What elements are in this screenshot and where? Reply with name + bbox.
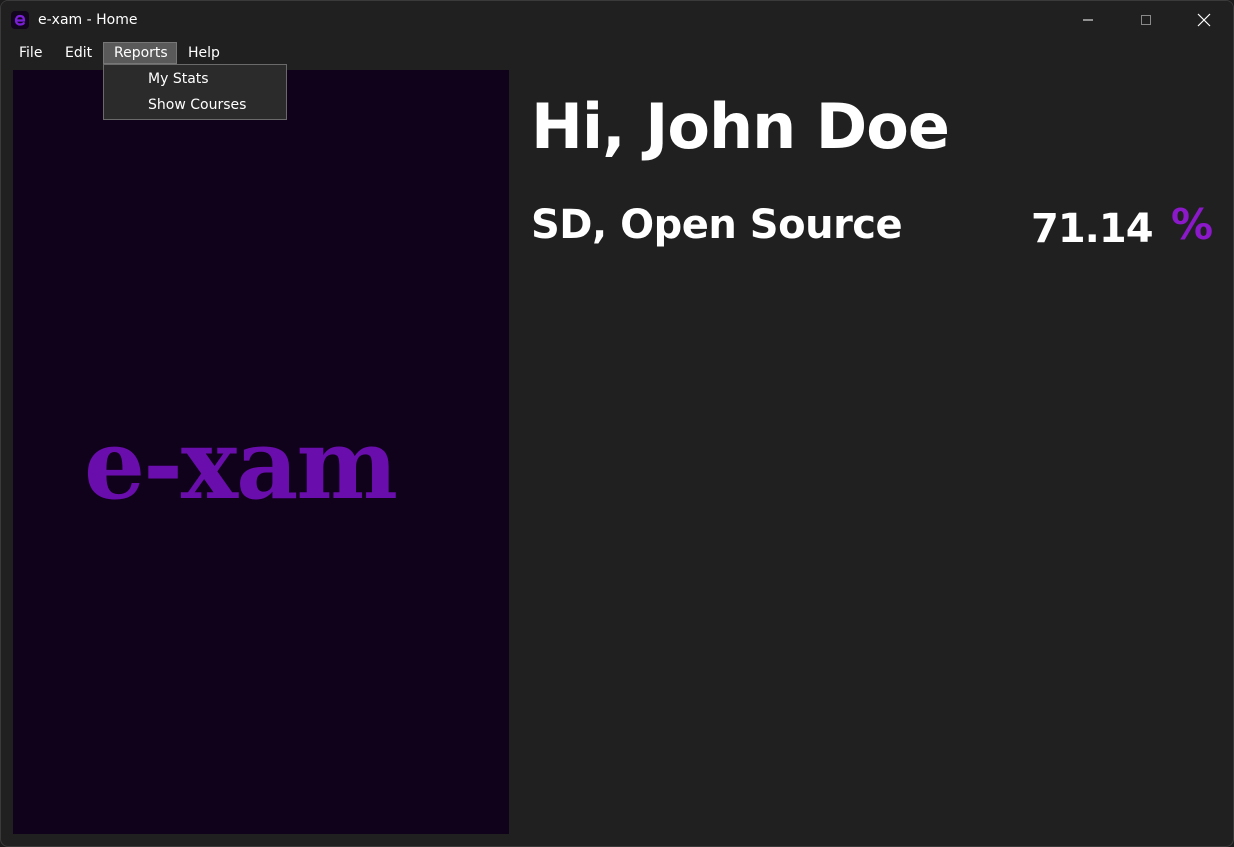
menu-bar: File Edit Reports Help: [1, 41, 1233, 65]
course-name: SD, Open Source: [531, 202, 903, 248]
greeting-heading: Hi, John Doe: [531, 90, 950, 163]
menu-reports[interactable]: Reports: [103, 42, 177, 64]
app-logo-icon: [11, 11, 29, 29]
minimize-icon: [1083, 19, 1093, 21]
maximize-button[interactable]: [1117, 1, 1175, 39]
menu-item-my-stats[interactable]: My Stats: [148, 70, 209, 88]
menu-edit[interactable]: Edit: [56, 42, 101, 64]
reports-dropdown: My Stats Show Courses: [103, 64, 287, 120]
course-score: 71.14: [1031, 206, 1154, 252]
menu-file[interactable]: File: [10, 42, 51, 64]
brand-logo: e-xam: [84, 408, 398, 521]
close-button[interactable]: [1175, 1, 1233, 39]
close-icon: [1197, 13, 1211, 27]
app-window: e-xam - Home File Edit Reports Help e-xa…: [0, 0, 1234, 847]
window-title: e-xam - Home: [38, 12, 138, 28]
brand-panel: e-xam: [13, 70, 509, 834]
maximize-icon: [1141, 15, 1151, 25]
menu-help[interactable]: Help: [179, 42, 229, 64]
percent-sign: %: [1171, 200, 1214, 249]
minimize-button[interactable]: [1059, 1, 1117, 39]
title-bar[interactable]: e-xam - Home: [1, 1, 1233, 39]
menu-item-show-courses[interactable]: Show Courses: [148, 96, 246, 114]
